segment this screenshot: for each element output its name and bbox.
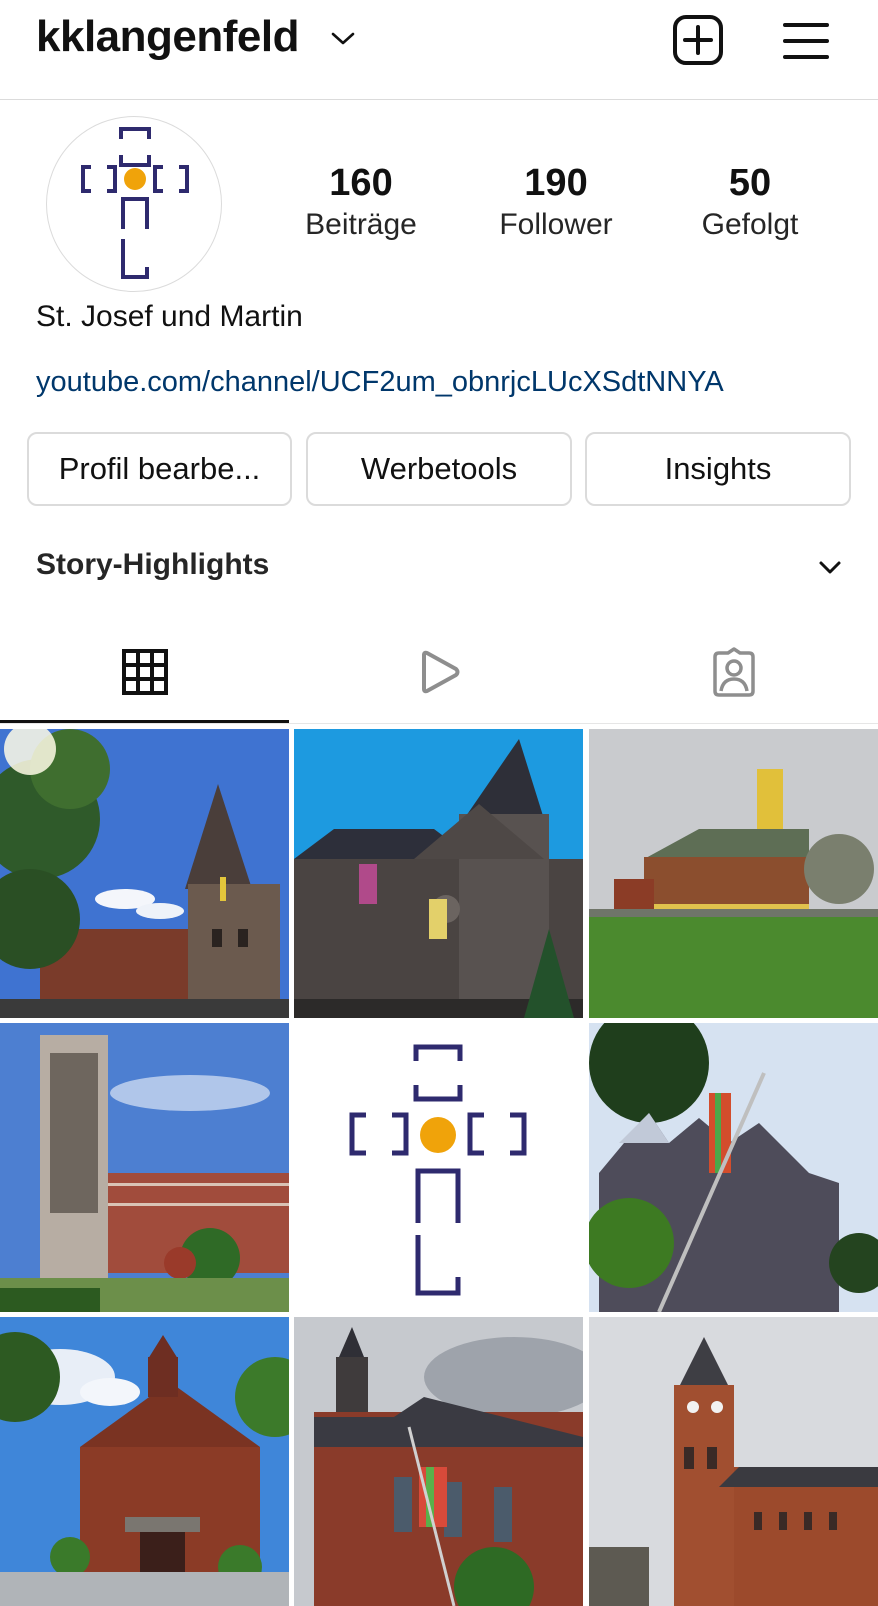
stat-posts-count: 160 [329,162,393,204]
edit-profile-button[interactable]: Profil bearbe... [27,432,292,506]
hamburger-menu-icon[interactable] [782,20,830,62]
tab-posts[interactable] [0,620,289,724]
post-tile-5[interactable] [294,1023,583,1312]
post-tile-3[interactable] [589,729,878,1018]
profile-tabs [0,620,878,724]
profile-avatar[interactable] [46,116,222,292]
tagged-person-icon [712,647,755,697]
profile-link[interactable]: youtube.com/channel/UCF2um_obnrjcLUcXSdt… [36,366,724,399]
insights-button[interactable]: Insights [585,432,851,506]
stat-following-count: 50 [728,162,772,204]
chevron-down-icon[interactable] [818,560,842,576]
stat-followers[interactable]: 190 Follower [481,160,631,244]
active-tab-indicator [0,720,289,723]
stat-followers-count: 190 [524,162,588,204]
tabs-divider [0,723,878,724]
stat-following-label: Gefolgt [701,208,799,241]
post-tile-7[interactable] [0,1317,289,1606]
post-tile-6[interactable] [589,1023,878,1312]
stat-posts-label: Beiträge [305,208,417,241]
play-icon [421,650,459,694]
story-highlights-label[interactable]: Story-Highlights [36,548,269,582]
profile-display-name: St. Josef und Martin [36,300,303,333]
username-title[interactable]: kklangenfeld [36,12,299,62]
post-tile-1[interactable] [0,729,289,1018]
post-tile-8[interactable] [294,1317,583,1606]
stat-followers-label: Follower [499,208,613,241]
post-tile-9[interactable] [589,1317,878,1606]
tab-tagged[interactable] [589,620,878,724]
parish-cross-logo [294,1023,583,1312]
plus-square-icon[interactable] [672,14,724,66]
tab-reels[interactable] [294,620,583,724]
post-tile-2[interactable] [294,729,583,1018]
chevron-down-icon[interactable] [330,28,356,48]
promo-tools-button[interactable]: Werbetools [306,432,572,506]
post-tile-4[interactable] [0,1023,289,1312]
grid-icon [121,649,168,695]
stat-following[interactable]: 50 Gefolgt [675,160,825,244]
top-bar: kklangenfeld [0,0,878,100]
stat-posts[interactable]: 160 Beiträge [286,160,436,244]
parish-cross-logo [81,127,189,279]
